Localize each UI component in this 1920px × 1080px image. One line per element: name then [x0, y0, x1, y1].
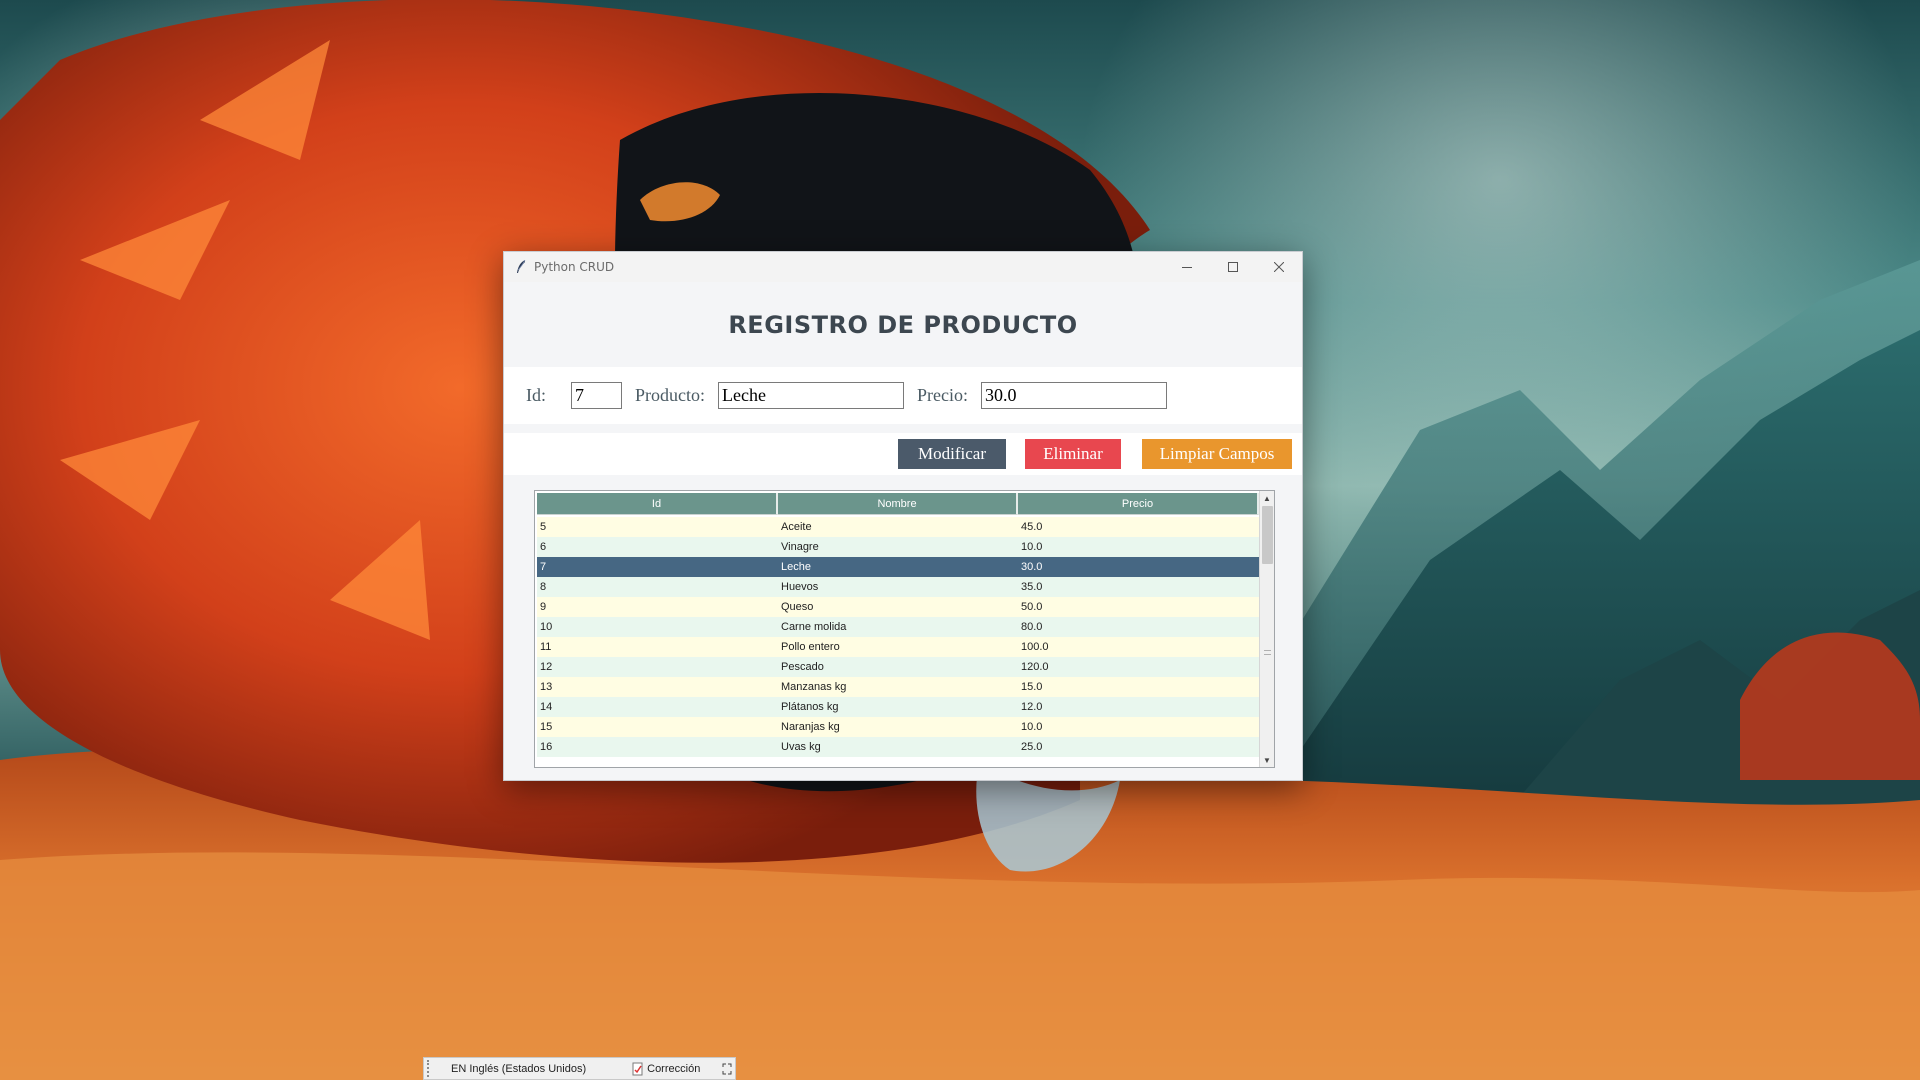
cell-nombre: Vinagre	[781, 541, 819, 553]
cell-precio: 35.0	[1021, 581, 1043, 593]
window-title: Python CRUD	[534, 260, 615, 274]
cell-precio: 80.0	[1021, 621, 1043, 633]
id-label: Id:	[526, 385, 546, 405]
table-row[interactable]: 8 Huevos 35.0	[537, 577, 1259, 597]
cell-id: 12	[540, 661, 553, 673]
cell-id: 5	[540, 521, 547, 533]
modify-button[interactable]: Modificar	[898, 439, 1006, 469]
price-label: Precio:	[917, 385, 968, 405]
table-row[interactable]: 9 Queso 50.0	[537, 597, 1259, 617]
correction-icon	[632, 1062, 643, 1075]
cell-precio: 10.0	[1021, 541, 1043, 553]
page-title: REGISTRO DE PRODUCTO	[728, 310, 1078, 339]
cell-precio: 12.0	[1021, 701, 1043, 713]
minimize-icon	[1182, 267, 1192, 268]
table-row-selected[interactable]: 7 Leche 30.0	[537, 557, 1259, 577]
table-row[interactable]: 15 Naranjas kg 10.0	[537, 717, 1259, 737]
scroll-down-icon[interactable]: ▼	[1260, 753, 1274, 767]
close-button[interactable]	[1256, 252, 1302, 282]
cell-nombre: Uvas kg	[781, 741, 821, 753]
table-row[interactable]: 11 Pollo entero 100.0	[537, 637, 1259, 657]
table-row[interactable]: 14 Plátanos kg 12.0	[537, 697, 1259, 717]
cell-precio: 25.0	[1021, 741, 1043, 753]
column-header-id[interactable]: Id	[537, 493, 778, 515]
price-input[interactable]	[981, 382, 1167, 409]
scroll-up-icon[interactable]: ▲	[1260, 491, 1274, 505]
cell-nombre: Aceite	[781, 521, 812, 533]
input-language[interactable]: EN Inglés (Estados Unidos)	[451, 1063, 586, 1075]
header-area: REGISTRO DE PRODUCTO	[504, 282, 1302, 367]
feather-icon	[514, 259, 528, 275]
table-row[interactable]: 13 Manzanas kg 15.0	[537, 677, 1259, 697]
scroll-thumb[interactable]	[1262, 506, 1273, 564]
table-scrollbar[interactable]: ▲ ▼	[1259, 491, 1274, 767]
cell-precio: 100.0	[1021, 641, 1049, 653]
cell-precio: 50.0	[1021, 601, 1043, 613]
cell-id: 9	[540, 601, 547, 613]
table-row[interactable]: 16 Uvas kg 25.0	[537, 737, 1259, 757]
cell-nombre: Leche	[781, 561, 811, 573]
maximize-button[interactable]	[1210, 252, 1256, 282]
language-bar: EN Inglés (Estados Unidos) Corrección	[423, 1057, 736, 1080]
cell-precio: 45.0	[1021, 521, 1043, 533]
cell-id: 16	[540, 741, 553, 753]
scroll-grip	[1264, 650, 1271, 655]
cell-id: 7	[540, 561, 547, 573]
cell-id: 6	[540, 541, 547, 553]
column-header-nombre[interactable]: Nombre	[778, 493, 1018, 515]
action-buttons: Modificar Eliminar Limpiar Campos	[504, 433, 1302, 475]
table-body: 5 Aceite 45.0 6 Vinagre 10.0 7 Leche 30.0 8 Huevos…	[537, 517, 1259, 767]
column-header-precio[interactable]: Precio	[1018, 493, 1259, 515]
cell-id: 14	[540, 701, 553, 713]
maximize-icon	[1228, 262, 1238, 272]
clear-fields-button[interactable]: Limpiar Campos	[1142, 439, 1292, 469]
cell-nombre: Plátanos kg	[781, 701, 839, 713]
correction-button[interactable]: Corrección	[632, 1062, 700, 1076]
product-input[interactable]	[718, 382, 904, 409]
table-row[interactable]: 6 Vinagre 10.0	[537, 537, 1259, 557]
expand-icon[interactable]	[722, 1063, 732, 1075]
cell-precio: 30.0	[1021, 561, 1043, 573]
app-window: Python CRUD REGISTRO DE PRODUCTO Id: Pro…	[503, 251, 1303, 781]
cell-nombre: Pollo entero	[781, 641, 840, 653]
table-header: Id Nombre Precio	[537, 493, 1259, 515]
product-label: Producto:	[635, 385, 705, 405]
correction-label: Corrección	[647, 1062, 701, 1075]
cell-nombre: Naranjas kg	[781, 721, 840, 733]
cell-id: 10	[540, 621, 553, 633]
title-bar[interactable]: Python CRUD	[504, 252, 1302, 282]
cell-precio: 15.0	[1021, 681, 1043, 693]
cell-nombre: Carne molida	[781, 621, 847, 633]
cell-id: 15	[540, 721, 553, 733]
cell-id: 8	[540, 581, 547, 593]
cell-precio: 10.0	[1021, 721, 1043, 733]
cell-nombre: Pescado	[781, 661, 824, 673]
table-row[interactable]: 5 Aceite 45.0	[537, 517, 1259, 537]
table-row[interactable]: 10 Carne molida 80.0	[537, 617, 1259, 637]
cell-nombre: Huevos	[781, 581, 819, 593]
cell-id: 11	[540, 641, 552, 653]
id-input[interactable]	[571, 382, 622, 409]
minimize-button[interactable]	[1164, 252, 1210, 282]
products-table[interactable]: Id Nombre Precio 5 Aceite 45.0 6 Vinagre 10.0…	[534, 490, 1275, 768]
delete-button[interactable]: Eliminar	[1025, 439, 1121, 469]
table-row[interactable]: 12 Pescado 120.0	[537, 657, 1259, 677]
cell-nombre: Manzanas kg	[781, 681, 847, 693]
product-form: Id: Producto: Precio:	[504, 367, 1302, 424]
drag-handle[interactable]	[427, 1060, 433, 1077]
close-icon	[1274, 262, 1284, 272]
cell-precio: 120.0	[1021, 661, 1049, 673]
cell-nombre: Queso	[781, 601, 814, 613]
cell-id: 13	[540, 681, 553, 693]
window-controls	[1164, 252, 1302, 282]
